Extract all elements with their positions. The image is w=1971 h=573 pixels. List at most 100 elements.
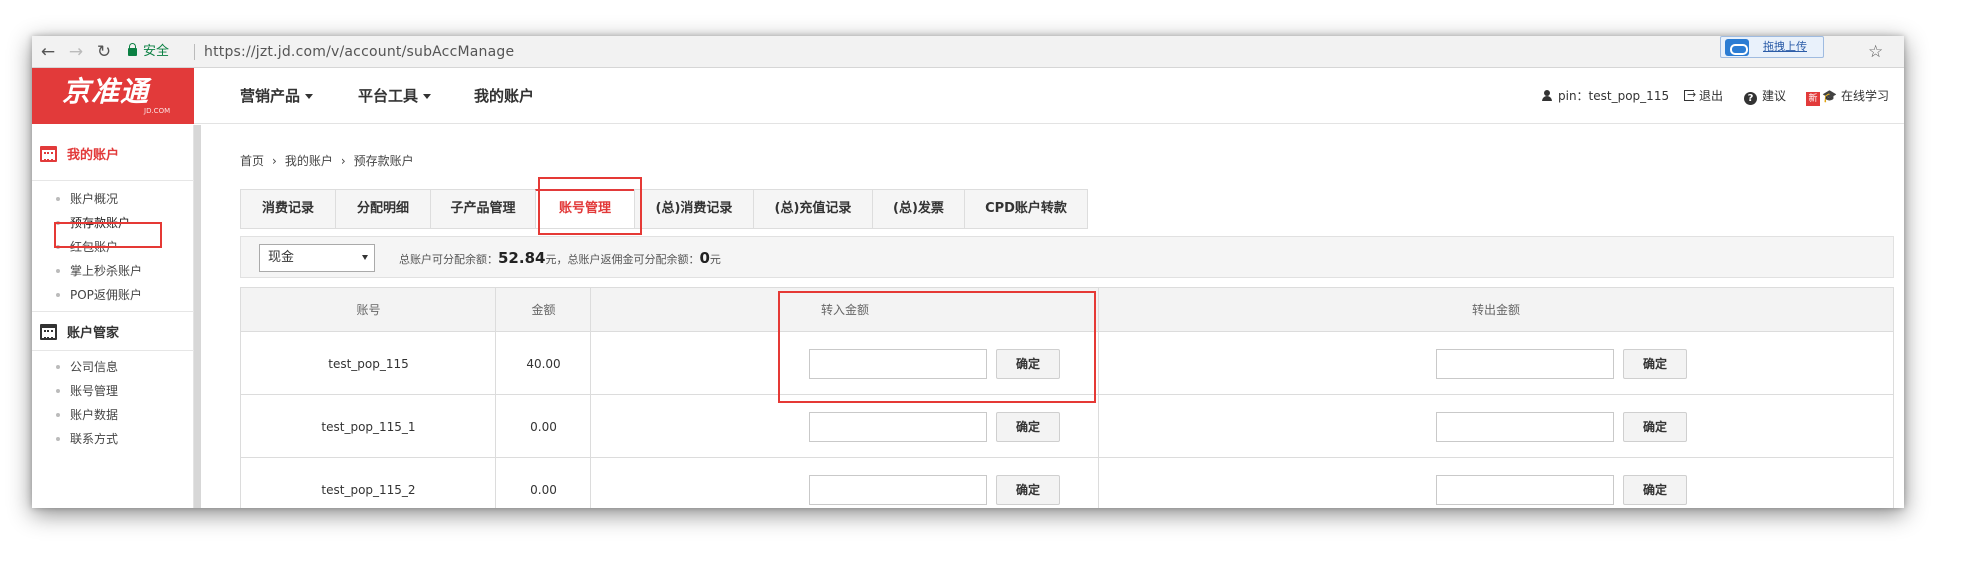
sidebar-section-account-manager[interactable]: 账户管家 (40, 321, 119, 341)
url-field[interactable]: https://jzt.jd.com/v/account/subAccManag… (204, 44, 514, 60)
transfer-out-input[interactable] (1436, 412, 1614, 442)
bookmark-star-icon[interactable]: ☆ (1868, 42, 1883, 62)
bullet-icon (56, 197, 60, 201)
breadcrumb-home[interactable]: 首页 (240, 154, 264, 168)
transfer-in-input[interactable] (809, 475, 987, 505)
table-row: test_pop_115_1 0.00 确定 确定 (241, 396, 1893, 458)
sidebar-item-red-packet-account[interactable]: 红包账户 (56, 239, 118, 255)
header-transfer-in: 转入金额 (820, 303, 869, 317)
logo-text: 京准通 (62, 75, 150, 108)
amount-cell: 40.00 (526, 357, 561, 371)
sidebar-item-pop-rebate-account[interactable]: POP返佣账户 (56, 287, 142, 303)
sidebar-item-prepaid-account[interactable]: 预存款账户 (56, 215, 130, 231)
site-logo[interactable]: 京准通 JD.COM (32, 68, 194, 124)
upload-extension-label: 拖拽上传 (1763, 40, 1807, 53)
site-header: 京准通 JD.COM 营销产品 平台工具 我的账户 pin：test_pop_1… (32, 68, 1904, 124)
column-divider (495, 288, 496, 508)
transfer-in-input[interactable] (809, 349, 987, 379)
tab-account-management[interactable]: 账号管理 (535, 189, 635, 229)
tab-consumption-records[interactable]: 消费记录 (240, 189, 336, 229)
browser-address-bar: ← → ↻ 安全 https://jzt.jd.com/v/account/su… (32, 36, 1904, 68)
sub-account-table: 账号 金额 转入金额 转出金额 test_pop_115 40.00 确定 确定… (240, 287, 1894, 508)
upload-extension-button[interactable]: 拖拽上传 (1720, 36, 1824, 58)
bullet-icon (56, 413, 60, 417)
nav-my-account[interactable]: 我的账户 (474, 87, 534, 105)
browser-window: ← → ↻ 安全 https://jzt.jd.com/v/account/su… (32, 36, 1904, 508)
question-icon: ? (1744, 92, 1757, 105)
header-amount: 金额 (531, 303, 556, 317)
bullet-icon (56, 221, 60, 225)
tab-total-consumption-records[interactable]: (总)消费记录 (634, 189, 754, 229)
account-cell: test_pop_115_1 (321, 420, 416, 434)
chevron-right-icon: › (272, 154, 277, 168)
logo-subtext: JD.COM (144, 107, 171, 115)
logout-icon (1684, 87, 1696, 103)
transfer-out-confirm-button[interactable]: 确定 (1623, 475, 1687, 505)
sidebar-item-company-info[interactable]: 公司信息 (56, 359, 118, 375)
column-divider (590, 288, 591, 508)
amount-cell: 0.00 (530, 483, 557, 497)
sidebar-item-account-data[interactable]: 账户数据 (56, 407, 118, 423)
tab-allocation-details[interactable]: 分配明细 (335, 189, 431, 229)
sidebar-section-my-account[interactable]: 我的账户 (40, 143, 119, 163)
transfer-in-confirm-button[interactable]: 确定 (996, 412, 1060, 442)
tab-total-invoices[interactable]: (总)发票 (872, 189, 965, 229)
caret-down-icon (423, 94, 432, 99)
breadcrumb-current: 预存款账户 (353, 154, 414, 168)
sidebar-item-account-management[interactable]: 账号管理 (56, 383, 118, 399)
transfer-in-confirm-button[interactable]: 确定 (996, 349, 1060, 379)
cloud-icon (1725, 39, 1749, 56)
transfer-out-input[interactable] (1436, 349, 1614, 379)
total-balance-value: 52.84 (498, 249, 546, 267)
account-cell: test_pop_115_2 (321, 483, 416, 497)
breadcrumb: 首页 › 我的账户 › 预存款账户 (240, 153, 414, 169)
bullet-icon (56, 293, 60, 297)
amount-cell: 0.00 (530, 420, 557, 434)
sidebar-item-account-overview[interactable]: 账户概况 (56, 191, 118, 207)
transfer-out-input[interactable] (1436, 475, 1614, 505)
sidebar-divider (32, 180, 194, 181)
transfer-in-confirm-button[interactable]: 确定 (996, 475, 1060, 505)
suggest-link[interactable]: ? 建议 (1744, 88, 1786, 105)
rebate-balance-value: 0 (699, 249, 710, 267)
user-pin[interactable]: pin：test_pop_115 (1542, 88, 1669, 104)
nav-marketing-products[interactable]: 营销产品 (240, 87, 314, 105)
sidebar-divider (32, 350, 194, 351)
reload-icon[interactable]: ↻ (94, 42, 114, 62)
tab-sub-product-management[interactable]: 子产品管理 (430, 189, 536, 229)
bullet-icon (56, 437, 60, 441)
sidebar-item-contact[interactable]: 联系方式 (56, 431, 118, 447)
column-divider (1098, 288, 1099, 508)
transfer-out-confirm-button[interactable]: 确定 (1623, 412, 1687, 442)
account-cell: test_pop_115 (328, 357, 409, 371)
online-learning-link[interactable]: 新 🎓 在线学习 (1806, 88, 1889, 106)
table-header: 账号 金额 转入金额 转出金额 (241, 288, 1893, 332)
nav-platform-tools[interactable]: 平台工具 (358, 87, 432, 105)
secure-indicator[interactable]: 安全 (128, 43, 169, 60)
transfer-out-confirm-button[interactable]: 确定 (1623, 349, 1687, 379)
header-account: 账号 (356, 303, 381, 317)
forward-arrow-icon[interactable]: → (66, 42, 86, 62)
sidebar-scrollbar[interactable] (194, 125, 201, 508)
calendar-icon (40, 146, 57, 162)
breadcrumb-my-account[interactable]: 我的账户 (285, 154, 333, 168)
chevron-right-icon: › (340, 154, 346, 168)
transfer-in-input[interactable] (809, 412, 987, 442)
url-separator (194, 44, 195, 60)
fund-type-select[interactable]: 现金 (259, 244, 375, 272)
table-row: test_pop_115 40.00 确定 确定 (241, 333, 1893, 395)
bullet-icon (56, 269, 60, 273)
sidebar-item-flash-sale-account[interactable]: 掌上秒杀账户 (56, 263, 142, 279)
back-arrow-icon[interactable]: ← (38, 42, 58, 62)
bullet-icon (56, 245, 60, 249)
filter-bar: 现金 总账户可分配余额：52.84元，总账户返佣金可分配余额：0元 (240, 236, 1894, 278)
tab-total-recharge-records[interactable]: (总)充值记录 (753, 189, 873, 229)
bullet-icon (56, 389, 60, 393)
sidebar: 我的账户 账户概况 预存款账户 红包账户 掌上秒杀账户 POP返佣账户 账户管家… (32, 125, 194, 508)
logout-link[interactable]: 退出 (1684, 87, 1723, 104)
caret-down-icon (362, 255, 368, 260)
sidebar-divider (32, 311, 194, 312)
new-badge-icon: 新 (1806, 92, 1820, 106)
tab-cpd-transfer[interactable]: CPD账户转款 (964, 189, 1088, 229)
calendar-icon (40, 324, 57, 340)
